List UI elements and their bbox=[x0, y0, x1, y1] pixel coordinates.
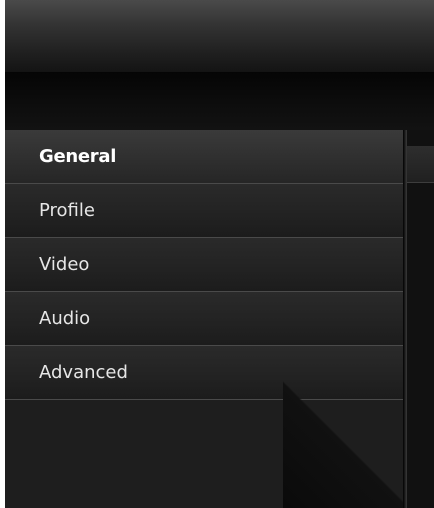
sidebar-item-label: Video bbox=[39, 254, 90, 275]
content-pane bbox=[407, 130, 434, 508]
sidebar-item-audio[interactable]: Audio bbox=[5, 292, 403, 346]
settings-window: General Profile Video Audio Advanced bbox=[5, 0, 434, 508]
content-header bbox=[407, 146, 434, 183]
title-bar[interactable] bbox=[5, 0, 434, 72]
sidebar-item-label: Advanced bbox=[39, 362, 128, 383]
sidebar-corner-decoration bbox=[283, 378, 403, 508]
sidebar-item-label: Audio bbox=[39, 308, 91, 329]
sidebar-item-general[interactable]: General bbox=[5, 130, 403, 184]
sidebar-item-label: Profile bbox=[39, 200, 95, 221]
sidebar-item-video[interactable]: Video bbox=[5, 238, 403, 292]
sidebar-item-label: General bbox=[39, 146, 117, 167]
sidebar-item-profile[interactable]: Profile bbox=[5, 184, 403, 238]
settings-sidebar: General Profile Video Audio Advanced bbox=[5, 130, 403, 508]
toolbar bbox=[5, 72, 434, 131]
